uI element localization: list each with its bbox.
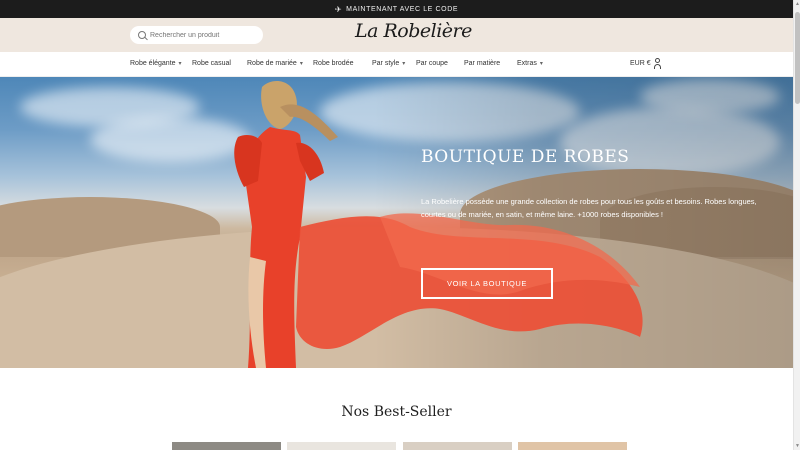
- nav-item-par-style[interactable]: Par style ▾: [372, 60, 405, 67]
- hero-banner: BOUTIQUE DE ROBES La Robelière possède u…: [0, 77, 793, 368]
- site-header: La Robelière: [0, 18, 793, 52]
- chevron-down-icon: ▾: [299, 61, 303, 67]
- nav-item-label: Robe casual: [192, 60, 231, 67]
- hero-description: La Robelière possède une grande collecti…: [421, 197, 757, 219]
- nav-item-robe-casual[interactable]: Robe casual: [192, 60, 231, 67]
- nav-item-extras[interactable]: Extras ▾: [517, 60, 543, 67]
- search-input[interactable]: [150, 31, 260, 39]
- hero-title: BOUTIQUE DE ROBES: [421, 147, 630, 167]
- nav-item-robe-brodee[interactable]: Robe brodée: [313, 60, 353, 67]
- nav-item-par-matiere[interactable]: Par matière: [464, 60, 500, 67]
- nav-item-label: Robe brodée: [313, 60, 354, 67]
- nav-item-label: Par matière: [464, 60, 501, 67]
- nav-item-label: Par style: [372, 60, 400, 67]
- product-card-4[interactable]: [518, 442, 627, 450]
- chevron-down-icon: ▾: [539, 61, 543, 67]
- shop-button[interactable]: VOIR LA BOUTIQUE: [421, 268, 553, 299]
- scrollbar-thumb[interactable]: [795, 12, 800, 104]
- nav-item-robe-de-mariee[interactable]: Robe de mariée ▾: [247, 60, 303, 67]
- best-sellers-title: Nos Best-Seller: [341, 404, 452, 420]
- search-icon[interactable]: [138, 31, 146, 39]
- search-bar[interactable]: [130, 26, 263, 44]
- nav-item-label: Robe de mariée: [247, 60, 297, 67]
- chevron-down-icon: ▾: [402, 61, 406, 67]
- scroll-up-arrow-icon[interactable]: ▲: [795, 1, 800, 7]
- model-in-red-dress-image: [234, 81, 643, 368]
- nav-item-label: Robe élégante: [130, 60, 176, 67]
- plane-icon: ✈: [334, 4, 343, 14]
- scroll-down-arrow-icon[interactable]: ▼: [795, 443, 800, 449]
- page-scrollbar[interactable]: ▲ ▼: [793, 0, 800, 450]
- product-card-1[interactable]: [172, 442, 281, 450]
- announcement-bar: ✈ MAINTENANT AVEC LE CODE: [0, 0, 793, 18]
- chevron-down-icon: ▾: [178, 61, 182, 67]
- site-logo[interactable]: La Robelière: [355, 20, 472, 42]
- product-card-2[interactable]: [287, 442, 396, 450]
- nav-item-robe-elegante[interactable]: Robe élégante ▾: [130, 60, 182, 67]
- account-icon[interactable]: [654, 58, 661, 69]
- announcement-text: MAINTENANT AVEC LE CODE: [346, 5, 459, 13]
- nav-item-par-coupe[interactable]: Par coupe: [416, 60, 448, 67]
- currency-selector[interactable]: EUR €: [630, 60, 651, 67]
- nav-item-label: Extras: [517, 60, 537, 67]
- nav-item-label: Par coupe: [416, 60, 448, 67]
- main-nav: Robe élégante ▾ Robe casual Robe de marié…: [0, 52, 793, 77]
- product-card-3[interactable]: [403, 442, 512, 450]
